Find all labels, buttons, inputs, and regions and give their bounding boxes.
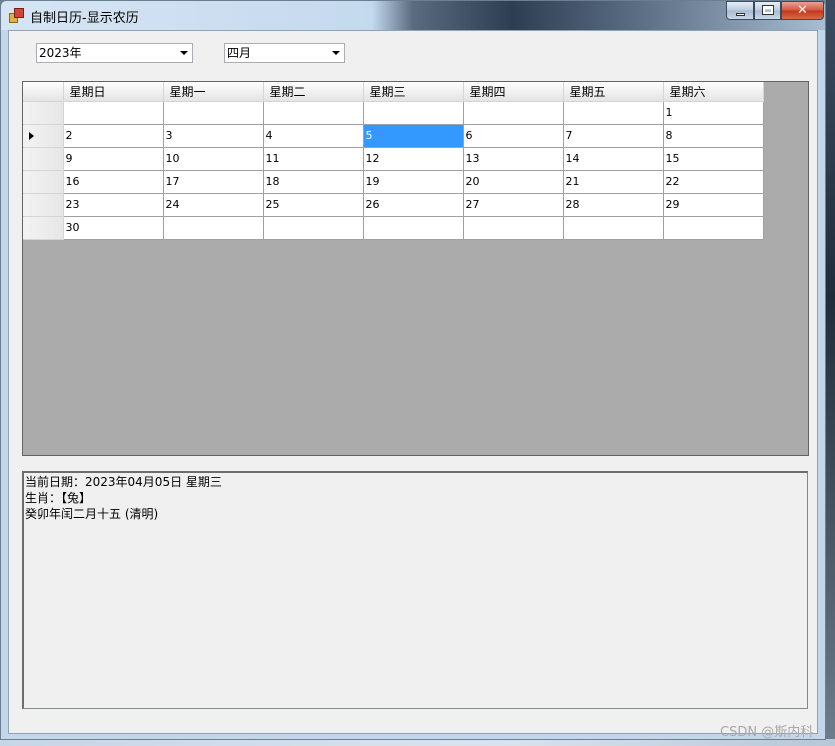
row-header[interactable] (23, 101, 64, 125)
day-cell[interactable]: 12 (363, 147, 464, 171)
day-cell[interactable]: 24 (163, 193, 264, 217)
close-icon: ✕ (797, 3, 808, 18)
day-cell[interactable]: 26 (363, 193, 464, 217)
year-select-value: 2023年 (39, 46, 82, 60)
day-cell[interactable]: 10 (163, 147, 264, 171)
minimize-button[interactable] (726, 1, 754, 20)
day-cell[interactable]: 4 (263, 124, 364, 148)
csdn-watermark: CSDN @斯内科 (720, 725, 814, 740)
column-header-thu[interactable]: 星期四 (463, 82, 564, 102)
maximize-icon (762, 5, 774, 15)
row-header[interactable] (23, 193, 64, 217)
month-select[interactable]: 四月 (224, 43, 345, 63)
day-cell[interactable]: 23 (63, 193, 164, 217)
day-cell[interactable] (463, 216, 564, 240)
day-cell[interactable]: 2 (63, 124, 164, 148)
day-cell[interactable] (563, 101, 664, 125)
day-cell[interactable]: 19 (363, 170, 464, 194)
column-header-fri[interactable]: 星期五 (563, 82, 664, 102)
table-row: 30 (23, 216, 764, 240)
day-cell[interactable] (163, 216, 264, 240)
day-cell[interactable] (563, 216, 664, 240)
current-row-arrow-icon (29, 131, 34, 140)
year-select[interactable]: 2023年 (36, 43, 193, 63)
day-cell[interactable] (463, 101, 564, 125)
chevron-down-icon[interactable] (327, 44, 344, 62)
day-cell[interactable] (663, 216, 764, 240)
day-cell[interactable]: 14 (563, 147, 664, 171)
calendar-grid[interactable]: 星期日 星期一 星期二 星期三 星期四 星期五 星期六 1 2 3 4 5 6 … (22, 81, 809, 456)
column-header-mon[interactable]: 星期一 (163, 82, 264, 102)
day-cell[interactable]: 15 (663, 147, 764, 171)
day-cell[interactable]: 9 (63, 147, 164, 171)
table-row: 9 10 11 12 13 14 15 (23, 147, 764, 171)
chevron-down-icon[interactable] (175, 44, 192, 62)
month-select-value: 四月 (227, 46, 252, 60)
day-cell[interactable]: 28 (563, 193, 664, 217)
app-window: 自制日历-显示农历 ✕ 2023年 四月 星期日 星期一 星期二 星期三 星期四… (0, 0, 826, 740)
day-cell[interactable]: 25 (263, 193, 364, 217)
zodiac-line: 生肖：【兔】 (25, 491, 92, 505)
column-header-sat[interactable]: 星期六 (663, 82, 764, 102)
day-cell[interactable] (363, 216, 464, 240)
day-cell[interactable]: 22 (663, 170, 764, 194)
day-cell[interactable]: 8 (663, 124, 764, 148)
minimize-icon (736, 13, 745, 16)
column-header-wed[interactable]: 星期三 (363, 82, 464, 102)
day-cell[interactable] (63, 101, 164, 125)
grid-corner[interactable] (23, 82, 64, 102)
table-row: 2 3 4 5 6 7 8 (23, 124, 764, 148)
day-cell[interactable]: 7 (563, 124, 664, 148)
day-cell[interactable]: 30 (63, 216, 164, 240)
row-header[interactable] (23, 216, 64, 240)
day-cell[interactable]: 16 (63, 170, 164, 194)
day-cell[interactable] (163, 101, 264, 125)
day-cell[interactable]: 29 (663, 193, 764, 217)
close-button[interactable]: ✕ (781, 1, 824, 20)
row-header[interactable] (23, 170, 64, 194)
day-cell-selected[interactable]: 5 (363, 124, 464, 148)
maximize-button[interactable] (754, 1, 781, 20)
form-client-area: 2023年 四月 星期日 星期一 星期二 星期三 星期四 星期五 星期六 1 2… (8, 30, 818, 734)
row-header-current[interactable] (23, 124, 64, 148)
table-row: 1 (23, 101, 764, 125)
lunar-date-line: 癸卯年闰二月十五 (清明) (25, 507, 159, 521)
day-cell[interactable] (263, 216, 364, 240)
day-cell[interactable]: 6 (463, 124, 564, 148)
day-cell[interactable] (263, 101, 364, 125)
column-header-tue[interactable]: 星期二 (263, 82, 364, 102)
table-row: 23 24 25 26 27 28 29 (23, 193, 764, 217)
day-cell[interactable]: 17 (163, 170, 264, 194)
day-cell[interactable]: 20 (463, 170, 564, 194)
desktop-taskbar-edge (0, 739, 835, 746)
day-cell[interactable]: 13 (463, 147, 564, 171)
day-cell[interactable]: 18 (263, 170, 364, 194)
table-row: 16 17 18 19 20 21 22 (23, 170, 764, 194)
current-date-line: 当前日期：2023年04月05日 星期三 (25, 475, 222, 489)
day-cell[interactable]: 11 (263, 147, 364, 171)
column-header-sun[interactable]: 星期日 (63, 82, 164, 102)
title-bar[interactable]: 自制日历-显示农历 ✕ (1, 1, 825, 30)
header-row: 星期日 星期一 星期二 星期三 星期四 星期五 星期六 (23, 82, 764, 102)
day-cell[interactable]: 27 (463, 193, 564, 217)
day-cell[interactable] (363, 101, 464, 125)
calendar-table: 星期日 星期一 星期二 星期三 星期四 星期五 星期六 1 2 3 4 5 6 … (23, 82, 764, 240)
app-icon (9, 8, 24, 23)
day-cell[interactable]: 3 (163, 124, 264, 148)
window-title: 自制日历-显示农历 (30, 11, 139, 26)
desktop-background (826, 0, 835, 746)
day-cell[interactable]: 21 (563, 170, 664, 194)
row-header[interactable] (23, 147, 64, 171)
lunar-info-textbox[interactable]: 当前日期：2023年04月05日 星期三 生肖：【兔】 癸卯年闰二月十五 (清明… (22, 471, 808, 709)
day-cell[interactable]: 1 (663, 101, 764, 125)
